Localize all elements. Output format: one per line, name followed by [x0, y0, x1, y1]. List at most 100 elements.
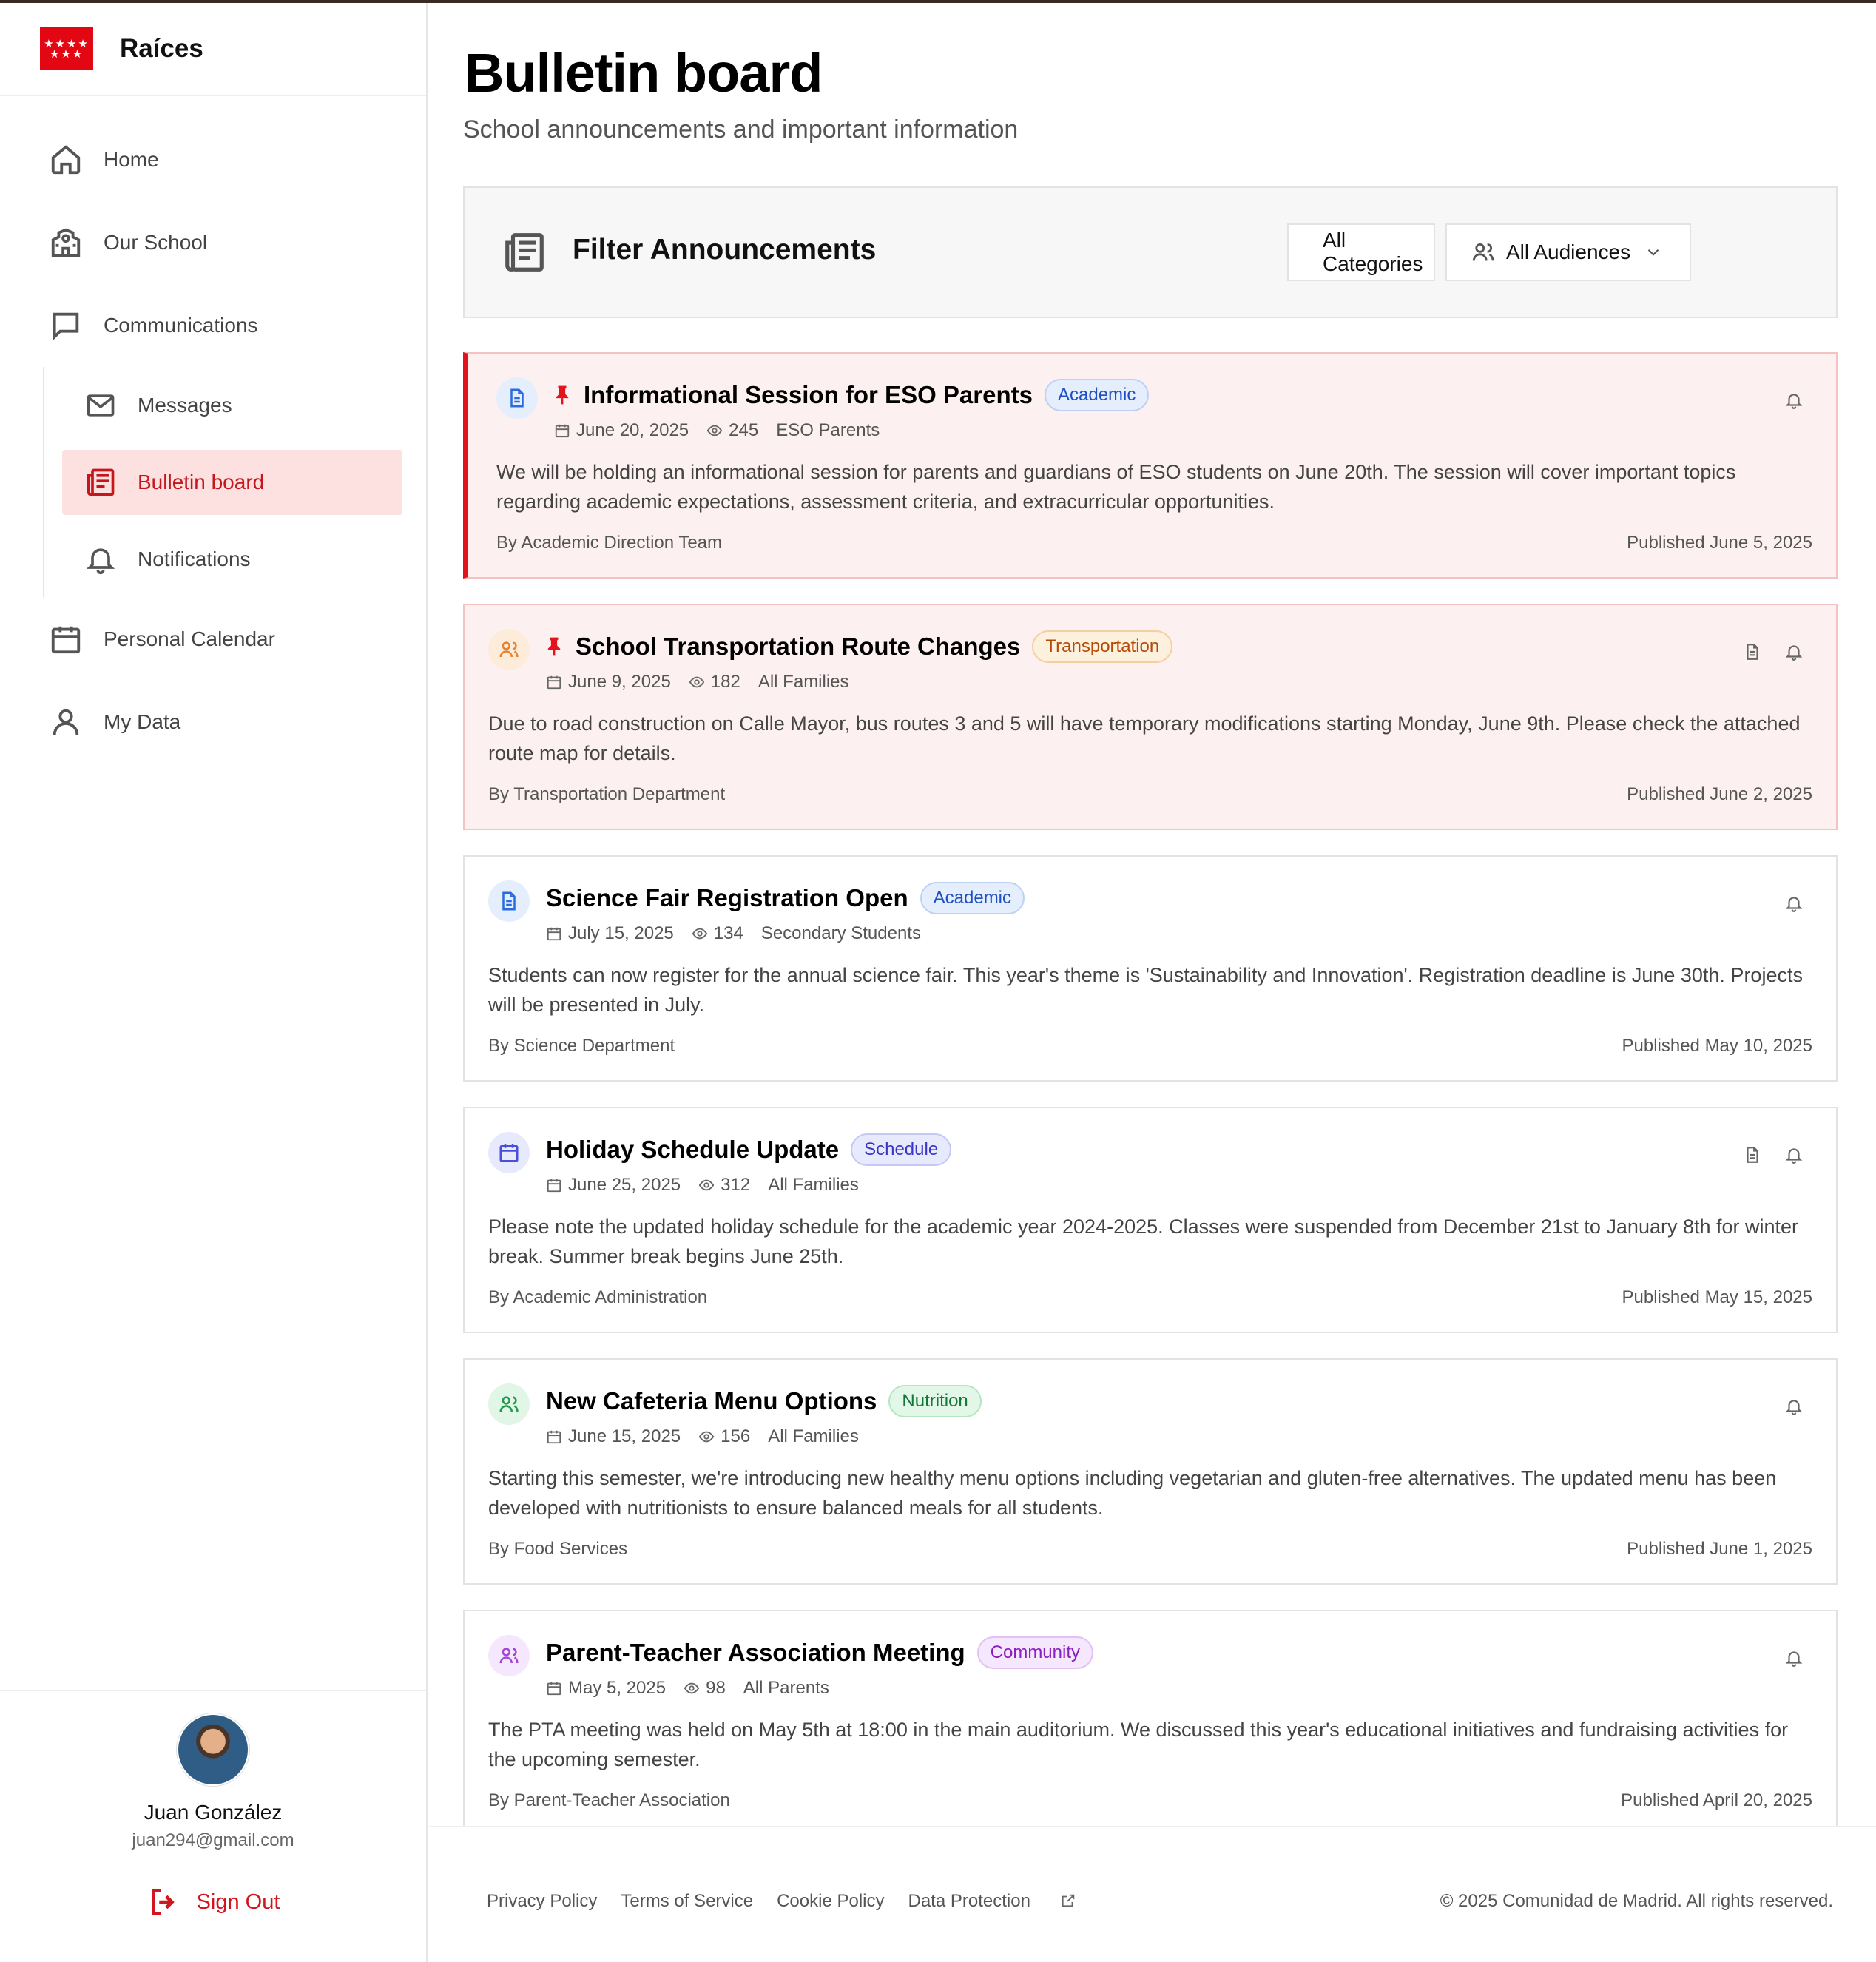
announcement-body: Due to road construction on Calle Mayor,… — [488, 712, 1801, 764]
sidebar-item-communications[interactable]: Communications — [0, 284, 426, 367]
sidebar-item-bulletin-board[interactable]: Bulletin board — [62, 450, 402, 515]
card-actions — [1721, 1145, 1804, 1164]
announcement-card[interactable]: Informational Session for ESO Parents Ac… — [463, 352, 1838, 579]
bell-icon[interactable] — [1784, 642, 1804, 661]
user-name: Juan González — [144, 1801, 283, 1824]
announcement-published: Published May 15, 2025 — [1622, 1287, 1812, 1307]
category-filter-dropdown[interactable]: All Categories — [1287, 223, 1435, 281]
announcement-date: June 25, 2025 — [568, 1175, 681, 1195]
view-count: 312 — [721, 1175, 751, 1195]
announcement-date: June 9, 2025 — [568, 672, 671, 692]
privacy-policy-link[interactable]: Privacy Policy — [487, 1891, 597, 1912]
communications-subnav: Messages Bulletin board Notifications — [43, 367, 426, 598]
filter-panel: Filter Announcements All Categories All … — [463, 186, 1838, 318]
bell-icon[interactable] — [1784, 1145, 1804, 1164]
data-protection-link[interactable]: Data Protection — [908, 1891, 1076, 1912]
category-badge: Community — [976, 1636, 1093, 1669]
calendar-icon — [547, 1682, 561, 1696]
announcement-author: By Academic Direction Team — [496, 533, 723, 553]
announcement-date: June 20, 2025 — [576, 420, 689, 440]
sidebar: ★★★★ ★★★ Raíces Home Our School Communica… — [0, 3, 428, 1962]
audience-label: All Families — [768, 1175, 859, 1195]
footer-links: Privacy Policy Terms of Service Cookie P… — [487, 1891, 1100, 1912]
announcement-card[interactable]: School Transportation Route Changes Tran… — [463, 604, 1838, 830]
eye-icon — [698, 1179, 715, 1191]
audience-filter-dropdown[interactable]: All Audiences — [1445, 223, 1691, 281]
document-icon — [496, 377, 538, 419]
bell-icon[interactable] — [1784, 1397, 1804, 1416]
announcement-title: New Cafeteria Menu Options — [546, 1387, 877, 1415]
sign-out-button[interactable]: Sign Out — [146, 1885, 280, 1919]
announcement-meta: June 9, 2025 182 All Families — [546, 672, 849, 692]
bell-icon[interactable] — [1784, 894, 1804, 913]
calendar-icon — [547, 1179, 561, 1193]
calendar-icon — [547, 675, 561, 690]
pin-icon — [556, 385, 569, 405]
sidebar-item-home[interactable]: Home — [0, 118, 426, 201]
announcement-published: Published June 5, 2025 — [1627, 533, 1812, 553]
terms-of-service-link[interactable]: Terms of Service — [621, 1891, 753, 1912]
data-protection-label: Data Protection — [908, 1891, 1030, 1911]
announcement-published: Published June 1, 2025 — [1627, 1539, 1812, 1559]
sidebar-item-label: Home — [104, 148, 159, 171]
newspaper-icon — [87, 468, 115, 496]
brand[interactable]: ★★★★ ★★★ Raíces — [0, 3, 426, 96]
announcement-card[interactable]: Holiday Schedule Update Schedule June 25… — [463, 1107, 1838, 1333]
sidebar-nav: Home Our School Communications Messages … — [0, 96, 426, 763]
bell-icon — [86, 548, 115, 575]
announcement-meta: June 20, 2025 245 ESO Parents — [554, 420, 880, 441]
users-icon — [1472, 243, 1494, 261]
announcement-card[interactable]: Science Fair Registration Open Academic … — [463, 855, 1838, 1082]
audience-label: All Families — [758, 672, 849, 692]
sidebar-item-our-school[interactable]: Our School — [0, 201, 426, 284]
announcement-body: We will be holding an informational sess… — [496, 461, 1736, 513]
sidebar-item-label: Notifications — [138, 547, 251, 570]
eye-icon — [698, 1431, 715, 1443]
page-subtitle: School announcements and important infor… — [463, 115, 1019, 144]
sidebar-item-my-data[interactable]: My Data — [0, 681, 426, 763]
attachment-document-icon[interactable] — [1743, 1145, 1762, 1164]
announcement-author: By Food Services — [488, 1539, 628, 1559]
bell-icon[interactable] — [1784, 1648, 1804, 1668]
pin-icon — [547, 637, 561, 656]
announcement-meta: June 15, 2025 156 All Families — [546, 1426, 859, 1447]
sidebar-item-personal-calendar[interactable]: Personal Calendar — [0, 598, 426, 681]
mail-icon — [87, 394, 115, 417]
audience-label: Secondary Students — [760, 923, 921, 943]
announcement-date: May 5, 2025 — [568, 1678, 667, 1698]
announcement-author: By Academic Administration — [488, 1287, 708, 1307]
category-badge: Academic — [920, 882, 1025, 914]
users-icon — [488, 1635, 530, 1676]
announcement-card[interactable]: Parent-Teacher Association Meeting Commu… — [463, 1610, 1838, 1836]
card-actions — [1721, 642, 1804, 661]
announcement-card[interactable]: New Cafeteria Menu Options Nutrition Jun… — [463, 1358, 1838, 1585]
announcement-header: Science Fair Registration Open Academic — [546, 882, 1025, 914]
attachment-document-icon[interactable] — [1743, 642, 1762, 661]
announcement-meta: June 25, 2025 312 All Families — [546, 1175, 859, 1196]
sidebar-item-notifications[interactable]: Notifications — [62, 521, 402, 598]
sidebar-item-label: My Data — [104, 710, 181, 733]
calendar-icon — [488, 1132, 530, 1173]
announcement-header: New Cafeteria Menu Options Nutrition — [546, 1385, 982, 1417]
users-icon — [488, 629, 530, 670]
announcement-title: School Transportation Route Changes — [576, 633, 1021, 660]
announcement-published: Published June 2, 2025 — [1627, 784, 1812, 804]
eye-icon — [684, 1682, 700, 1694]
audience-filter-value: All Audiences — [1506, 240, 1631, 263]
users-icon — [488, 1383, 530, 1425]
calendar-icon — [555, 424, 570, 438]
filter-title: Filter Announcements — [573, 234, 877, 266]
cookie-policy-link[interactable]: Cookie Policy — [777, 1891, 884, 1912]
newspaper-icon — [505, 233, 544, 272]
view-count: 134 — [713, 923, 743, 943]
announcement-title: Parent-Teacher Association Meeting — [546, 1639, 965, 1666]
announcement-date: June 15, 2025 — [568, 1426, 681, 1446]
document-icon — [488, 880, 530, 922]
user-panel: Juan González juan294@gmail.com Sign Out — [0, 1690, 426, 1962]
bell-icon[interactable] — [1784, 391, 1804, 410]
avatar[interactable] — [177, 1713, 249, 1786]
sidebar-item-label: Communications — [104, 314, 258, 337]
category-badge: Schedule — [851, 1133, 952, 1166]
sign-out-label: Sign Out — [196, 1889, 280, 1914]
sidebar-item-messages[interactable]: Messages — [62, 367, 402, 444]
